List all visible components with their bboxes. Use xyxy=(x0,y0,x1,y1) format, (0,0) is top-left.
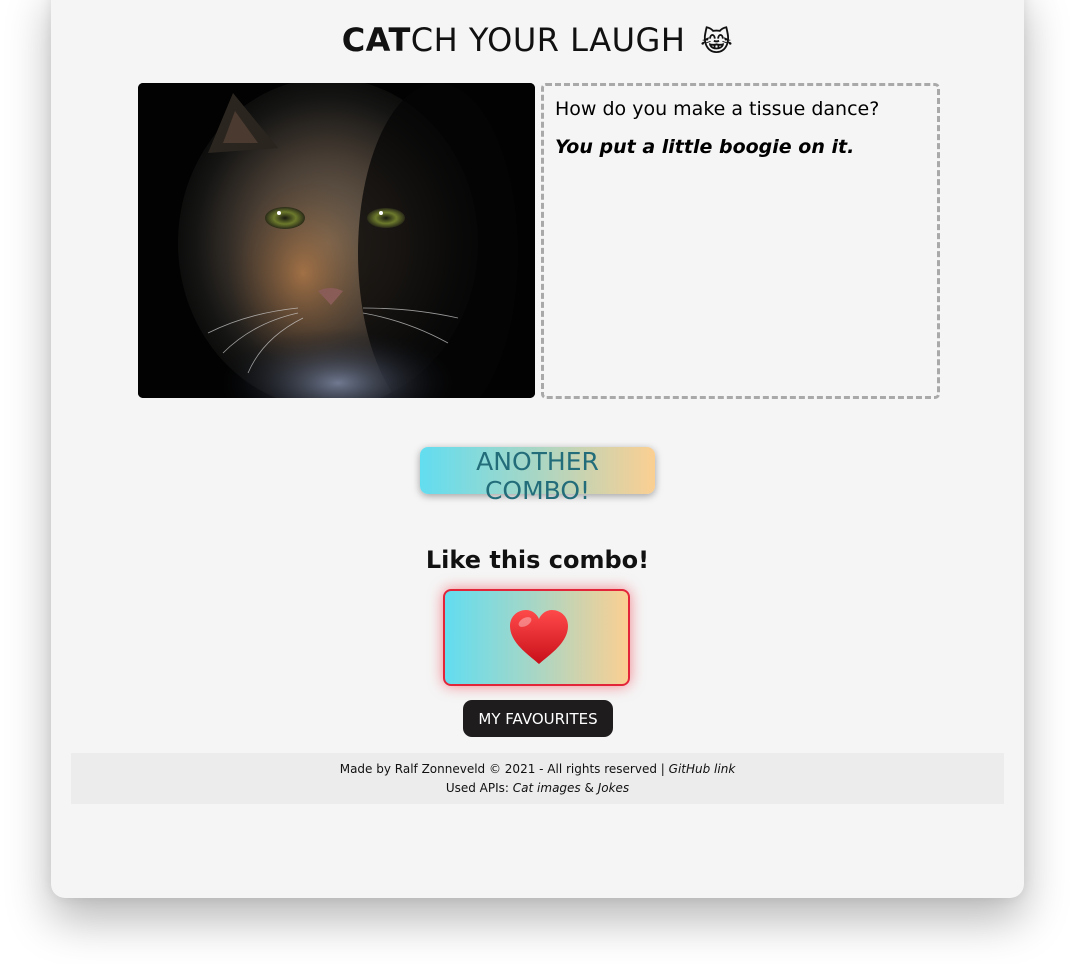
heart-icon xyxy=(510,610,568,664)
joke-setup: How do you make a tissue dance? xyxy=(555,98,880,120)
another-combo-button[interactable]: ANOTHER COMBO! xyxy=(420,447,655,505)
joke-box: How do you make a tissue dance? You put … xyxy=(541,83,940,399)
laughing-cat-icon: 😹 xyxy=(700,25,734,58)
cat-images-link[interactable]: Cat images xyxy=(513,781,581,795)
footer-ampersand: & xyxy=(584,781,594,795)
cat-image xyxy=(138,83,535,398)
title-bold-part: CAT xyxy=(341,21,411,59)
footer-credits: Made by Ralf Zonneveld © 2021 - All righ… xyxy=(339,762,665,776)
jokes-link[interactable]: Jokes xyxy=(598,781,629,795)
footer: Made by Ralf Zonneveld © 2021 - All righ… xyxy=(71,753,1004,804)
joke-punchline: You put a little boogie on it. xyxy=(555,136,855,158)
footer-apis-label: Used APIs: xyxy=(445,781,509,795)
my-favourites-button[interactable]: MY FAVOURITES xyxy=(463,700,613,737)
footer-apis-line: Used APIs: Cat images & Jokes xyxy=(71,781,1004,795)
app-window: CATCH YOUR LAUGH 😹 How do you make a tis… xyxy=(51,0,1024,898)
github-link[interactable]: GitHub link xyxy=(669,762,736,776)
like-heading: Like this combo! xyxy=(425,546,650,574)
cat-photo xyxy=(138,83,535,398)
title-rest-part: CH YOUR LAUGH xyxy=(410,21,686,59)
footer-credits-line: Made by Ralf Zonneveld © 2021 - All righ… xyxy=(71,762,1004,776)
like-button[interactable] xyxy=(443,589,630,686)
page-title: CATCH YOUR LAUGH 😹 xyxy=(51,20,1024,62)
